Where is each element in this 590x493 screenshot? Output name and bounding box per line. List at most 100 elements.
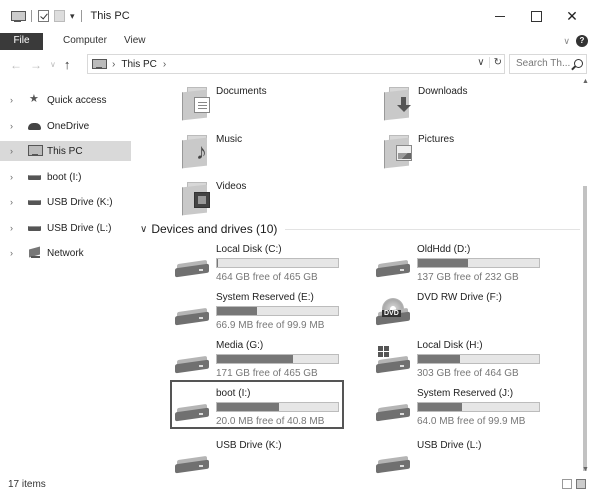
music-folder-icon	[180, 133, 212, 169]
drive-name: System Reserved (E:)	[216, 292, 314, 303]
scrollbar-thumb[interactable]	[583, 186, 587, 471]
expand-icon[interactable]: ›	[10, 172, 20, 182]
drive-item[interactable]: Local Disk (C:) 464 GB free of 465 GB	[140, 244, 340, 291]
drive-free-space: 171 GB free of 465 GB	[216, 368, 318, 379]
drive-item[interactable]: System Reserved (J:) 64.0 MB free of 99.…	[341, 388, 541, 435]
scroll-down-icon[interactable]: ▼	[582, 466, 589, 473]
folder-label: Downloads	[418, 86, 468, 97]
refresh-icon[interactable]: ↻	[488, 57, 502, 68]
hdd-icon	[376, 258, 412, 280]
nav-item-this-pc[interactable]: › This PC	[0, 141, 131, 161]
drive-item[interactable]: DVD DVD RW Drive (F:)	[341, 292, 541, 339]
expand-icon[interactable]: ›	[10, 197, 20, 207]
forward-icon[interactable]: →	[30, 58, 42, 72]
expand-icon[interactable]: ›	[10, 248, 20, 258]
recent-locations-icon[interactable]: ∨	[50, 60, 56, 69]
customize-toolbar-icon[interactable]: ▾	[70, 11, 75, 22]
drive-name: Local Disk (H:)	[417, 340, 483, 351]
close-button[interactable]: ✕	[554, 0, 590, 33]
computer-icon[interactable]	[10, 10, 26, 22]
toolbar-divider	[31, 10, 32, 22]
drive-item[interactable]: Local Disk (H:) 303 GB free of 464 GB	[341, 340, 541, 387]
computer-icon	[92, 59, 107, 69]
tab-view[interactable]: View	[124, 33, 146, 50]
documents-folder-icon	[180, 85, 212, 121]
nav-item-label: boot (I:)	[47, 171, 82, 183]
drive-free-space: 464 GB free of 465 GB	[216, 272, 318, 283]
tab-file[interactable]: File	[0, 33, 43, 50]
address-bar[interactable]: › This PC › ∨ ↻	[87, 54, 505, 74]
expand-ribbon-icon[interactable]: ∨	[563, 36, 570, 47]
drive-usage-fill	[217, 307, 257, 315]
drive-usage-bar	[216, 402, 339, 412]
breadcrumb-separator[interactable]: ›	[163, 59, 166, 70]
scroll-up-icon[interactable]: ▲	[582, 78, 589, 85]
folder-label: Videos	[216, 181, 247, 192]
properties-icon[interactable]	[38, 10, 49, 22]
up-icon[interactable]: ↑	[64, 57, 71, 72]
computer-icon	[28, 145, 43, 157]
details-view-icon[interactable]	[562, 479, 572, 489]
drive-free-space: 20.0 MB free of 40.8 MB	[216, 416, 325, 427]
nav-item-boot[interactable]: › boot (I:)	[0, 167, 131, 187]
nav-item-quick-access[interactable]: › Quick access	[0, 90, 131, 110]
hdd-icon	[175, 402, 211, 424]
ribbon-controls: ∨ ?	[563, 35, 588, 47]
back-icon[interactable]: ←	[10, 58, 22, 72]
drive-usage-bar	[216, 306, 339, 316]
folder-pictures[interactable]: Pictures	[382, 128, 542, 169]
drive-usage-bar	[417, 402, 540, 412]
help-icon[interactable]: ?	[576, 35, 588, 47]
expand-icon[interactable]: ›	[10, 146, 20, 156]
breadcrumb-separator[interactable]: ›	[112, 59, 115, 70]
drive-item[interactable]: boot (I:) 20.0 MB free of 40.8 MB	[140, 388, 340, 435]
nav-item-usb-l[interactable]: › USB Drive (L:)	[0, 218, 131, 238]
nav-item-usb-k[interactable]: › USB Drive (K:)	[0, 192, 131, 212]
search-icon[interactable]	[574, 59, 583, 68]
status-bar: 17 items	[0, 476, 590, 493]
view-toggle	[562, 479, 586, 489]
hdd-icon	[175, 258, 211, 280]
windows-hdd-icon	[376, 346, 412, 376]
breadcrumb-this-pc[interactable]: This PC	[121, 59, 157, 70]
title-bar: ▾ This PC ✕	[0, 0, 590, 33]
drive-usage-bar	[216, 258, 339, 268]
new-folder-icon[interactable]	[54, 10, 65, 22]
hdd-icon	[175, 306, 211, 328]
folder-music[interactable]: Music	[180, 128, 340, 169]
windows-logo-icon	[378, 346, 389, 357]
expand-icon[interactable]: ›	[10, 121, 20, 131]
section-divider	[285, 228, 580, 230]
tiles-view-icon[interactable]	[576, 479, 586, 489]
cloud-icon	[28, 120, 42, 132]
drive-free-space: 64.0 MB free of 99.9 MB	[417, 416, 526, 427]
drive-item[interactable]: System Reserved (E:) 66.9 MB free of 99.…	[140, 292, 340, 339]
expand-icon[interactable]: ›	[10, 223, 20, 233]
navigation-bar: ← → ∨ ↑ › This PC › ∨ ↻ Search Th...	[0, 53, 590, 77]
nav-item-label: Quick access	[47, 94, 107, 106]
hdd-icon	[376, 454, 412, 476]
minimize-button[interactable]	[482, 0, 518, 33]
address-dropdown-icon[interactable]: ∨	[477, 57, 484, 68]
folder-videos[interactable]: Videos	[180, 175, 340, 216]
window-title: This PC	[90, 10, 130, 22]
folder-downloads[interactable]: Downloads	[382, 80, 542, 121]
vertical-scrollbar[interactable]: ▲ ▼	[580, 76, 590, 476]
drive-item[interactable]: Media (G:) 171 GB free of 465 GB	[140, 340, 340, 387]
collapse-icon[interactable]: ∨	[140, 224, 147, 235]
expand-icon[interactable]: ›	[10, 95, 20, 105]
drive-usage-fill	[217, 355, 294, 363]
nav-item-onedrive[interactable]: › OneDrive	[0, 116, 131, 136]
devices-section-header[interactable]: ∨ Devices and drives (10)	[140, 221, 580, 237]
address-controls: ∨ ↻	[477, 57, 502, 68]
ribbon-tabs: File Computer View ∨ ?	[0, 33, 590, 50]
nav-item-network[interactable]: › Network	[0, 243, 131, 263]
drive-item[interactable]: OldHdd (D:) 137 GB free of 232 GB	[341, 244, 541, 291]
folder-documents[interactable]: Documents	[180, 80, 340, 121]
drive-name: DVD RW Drive (F:)	[417, 292, 502, 303]
content-pane: Documents Downloads Music Pictures Video…	[140, 76, 580, 476]
drive-usage-fill	[217, 403, 279, 411]
tab-computer[interactable]: Computer	[63, 33, 107, 50]
maximize-button[interactable]	[518, 0, 554, 33]
drive-usage-bar	[417, 258, 540, 268]
